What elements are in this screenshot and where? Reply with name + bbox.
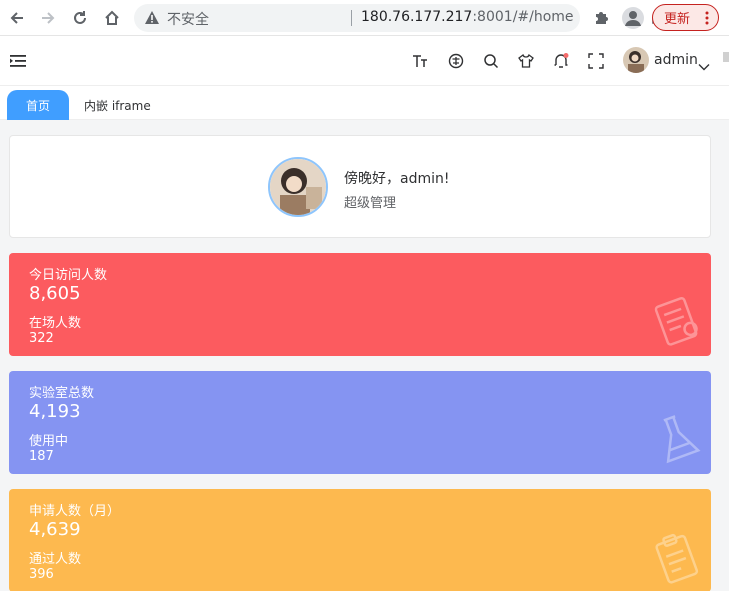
notification-bell-icon[interactable]	[553, 53, 569, 69]
home-icon[interactable]	[101, 7, 123, 29]
stat-subvalue: 187	[29, 449, 54, 464]
stat-value: 4,639	[29, 519, 81, 540]
user-avatar[interactable]	[623, 47, 649, 73]
warning-icon[interactable]	[144, 10, 160, 30]
stat-subtitle: 使用中	[29, 434, 69, 449]
font-size-icon[interactable]	[412, 53, 428, 69]
stat-card-labs: 实验室总数 4,193 使用中 187	[9, 371, 711, 474]
chevron-down-icon[interactable]	[698, 56, 710, 75]
tab-home[interactable]: 首页	[7, 90, 69, 120]
insecure-label[interactable]: 不安全	[167, 9, 209, 29]
clipboard-icon	[649, 293, 705, 353]
stat-title: 今日访问人数	[29, 268, 108, 283]
language-icon[interactable]	[448, 53, 464, 69]
browser-toolbar: 不安全 180.76.177.217:8001/#/home 更新	[0, 0, 729, 36]
welcome-card: 傍晚好，admin! 超级管理	[9, 135, 711, 238]
reload-icon[interactable]	[69, 7, 91, 29]
user-name[interactable]: admin	[654, 52, 698, 68]
address-divider	[351, 10, 352, 26]
flask-icon	[649, 411, 705, 471]
fullscreen-icon[interactable]	[588, 53, 604, 69]
role-text: 超级管理	[344, 196, 397, 211]
stat-card-visits: 今日访问人数 8,605 在场人数 322	[9, 253, 711, 356]
tab-iframe[interactable]: 内嵌 iframe	[84, 97, 151, 114]
greeting-text: 傍晚好，admin!	[344, 171, 450, 187]
scrollbar[interactable]	[723, 52, 729, 62]
address-bar[interactable]: 不安全 180.76.177.217:8001/#/home	[134, 4, 703, 32]
update-label: 更新	[664, 12, 691, 27]
forward-icon[interactable]	[37, 7, 59, 29]
stat-card-applications: 申请人数（月） 4,639 通过人数 396	[9, 489, 711, 591]
update-button[interactable]: 更新	[652, 4, 719, 31]
stat-title: 实验室总数	[29, 386, 95, 401]
stat-title: 申请人数（月）	[29, 504, 121, 519]
stat-subvalue: 322	[29, 331, 54, 346]
more-vert-icon	[705, 11, 709, 29]
profile-icon[interactable]	[622, 7, 644, 29]
url-host: 180.76.177.217	[361, 9, 473, 25]
menu-fold-icon[interactable]	[10, 53, 26, 69]
stat-value: 4,193	[29, 401, 81, 422]
url-text[interactable]: 180.76.177.217:8001/#/home	[361, 9, 574, 25]
tab-bar: 首页 内嵌 iframe	[0, 86, 729, 120]
back-icon[interactable]	[6, 7, 28, 29]
stat-subtitle: 通过人数	[29, 552, 82, 567]
stat-value: 8,605	[29, 283, 81, 304]
form-icon	[649, 529, 705, 589]
theme-shirt-icon[interactable]	[518, 53, 534, 69]
stat-subvalue: 396	[29, 567, 54, 582]
search-icon[interactable]	[483, 53, 499, 69]
extensions-icon[interactable]	[593, 8, 611, 30]
app-header: admin	[0, 36, 729, 86]
profile-avatar	[268, 157, 328, 217]
stat-subtitle: 在场人数	[29, 316, 82, 331]
url-path: :8001/#/home	[472, 9, 574, 25]
